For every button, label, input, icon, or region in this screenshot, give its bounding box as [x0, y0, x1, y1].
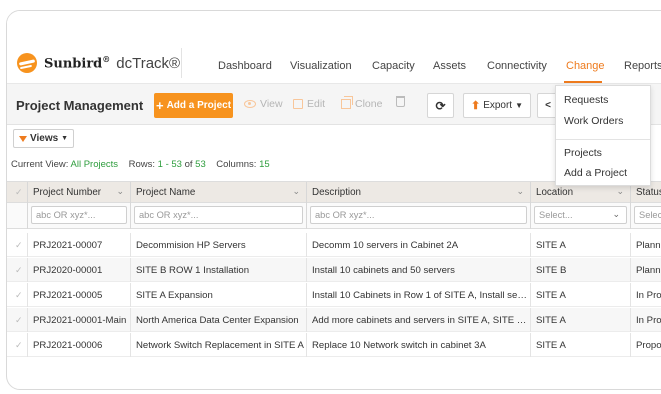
sunbird-logo-icon	[17, 53, 37, 73]
view-button[interactable]: View	[244, 98, 283, 110]
menu-item-work-orders[interactable]: Work Orders	[564, 115, 623, 127]
cell-project-number: PRJ2021-00006	[28, 333, 131, 357]
column-header-project-name[interactable]: Project Name ⌄	[131, 182, 307, 204]
filter-status-select[interactable]: Select	[634, 206, 661, 224]
cell-location: SITE A	[531, 283, 631, 307]
clone-button[interactable]: Clone	[341, 96, 382, 110]
nav-capacity[interactable]: Capacity	[372, 60, 415, 72]
table-row[interactable]: ✓ PRJ2020-00001 SITE B ROW 1 Installatio…	[7, 258, 661, 282]
column-header-description[interactable]: Description ⌄	[307, 182, 531, 204]
chevron-down-icon: ⌄	[612, 209, 620, 219]
row-checkbox[interactable]: ✓	[7, 308, 28, 332]
refresh-button[interactable]: ⟳	[427, 93, 454, 118]
product-name: dcTrack®	[116, 54, 181, 72]
nav-assets[interactable]: Assets	[433, 60, 466, 72]
menu-item-requests[interactable]: Requests	[564, 94, 608, 106]
eye-icon	[244, 100, 256, 108]
table-row[interactable]: ✓ PRJ2021-00005 SITE A Expansion Install…	[7, 283, 661, 307]
cell-project-name: SITE B ROW 1 Installation	[131, 258, 307, 282]
filter-icon	[19, 135, 27, 142]
menu-item-projects[interactable]: Projects	[564, 147, 602, 159]
share-icon: <	[545, 100, 551, 111]
cell-project-number: PRJ2020-00001	[28, 258, 131, 282]
views-button[interactable]: Views ▼	[13, 129, 75, 148]
brand-name: Sunbird®	[44, 54, 111, 72]
column-header-project-number[interactable]: Project Number ⌄	[28, 182, 131, 204]
cell-description: Replace 10 Network switch in cabinet 3A	[307, 333, 531, 357]
cell-description: Decomm 10 servers in Cabinet 2A	[307, 233, 531, 257]
filter-row: abc OR xyz*... abc OR xyz*... abc OR xyz…	[7, 203, 661, 229]
cell-project-number: PRJ2021-00005	[28, 283, 131, 307]
chevron-down-icon: ⌄	[292, 186, 300, 196]
nav-dashboard[interactable]: Dashboard	[218, 60, 272, 72]
clone-icon	[341, 96, 353, 109]
cell-description: Install 10 Cabinets in Row 1 of SITE A, …	[307, 283, 531, 307]
page-title: Project Management	[16, 98, 144, 113]
menu-divider	[556, 139, 650, 140]
cell-status: Planni	[636, 265, 661, 276]
cell-location: SITE A	[531, 233, 631, 257]
export-button[interactable]: ⬆ Export ▼	[463, 93, 531, 118]
nav-connectivity[interactable]: Connectivity	[487, 60, 547, 72]
table-row[interactable]: ✓ PRJ2021-00001-Main North America Data …	[7, 308, 661, 332]
nav-visualization[interactable]: Visualization	[290, 60, 352, 72]
row-checkbox[interactable]: ✓	[7, 233, 28, 257]
cell-project-name: SITE A Expansion	[131, 283, 307, 307]
chevron-down-icon: ⌄	[116, 186, 124, 196]
cell-project-name: Network Switch Replacement in SITE A	[131, 333, 307, 357]
filter-project-number-input[interactable]: abc OR xyz*...	[31, 206, 127, 224]
cell-location: SITE A	[531, 333, 631, 357]
grid-info: Current View: All Projects Rows: 1 - 53 …	[11, 159, 270, 170]
cell-project-number: PRJ2021-00001-Main	[28, 308, 131, 332]
row-checkbox[interactable]: ✓	[7, 283, 28, 307]
chevron-down-icon: ⌄	[616, 186, 624, 196]
nav-reports[interactable]: Reports	[624, 60, 661, 72]
cell-status: Propo	[636, 340, 661, 351]
top-navigation: Sunbird® dcTrack® Dashboard Visualizatio…	[7, 11, 661, 83]
filter-project-name-input[interactable]: abc OR xyz*...	[134, 206, 303, 224]
cell-project-name: Decommision HP Servers	[131, 233, 307, 257]
app-window: Sunbird® dcTrack® Dashboard Visualizatio…	[6, 10, 661, 390]
row-checkbox[interactable]: ✓	[7, 333, 28, 357]
cell-location: SITE B	[531, 258, 631, 282]
chevron-down-icon: ⌄	[516, 186, 524, 196]
nav-divider	[181, 48, 182, 78]
cell-description: Add more cabinets and servers in SITE A,…	[307, 308, 531, 332]
logo[interactable]: Sunbird® dcTrack®	[17, 53, 180, 73]
cell-status: In Proc	[636, 315, 661, 326]
plus-icon: +	[155, 98, 164, 113]
chevron-down-icon: ▼	[61, 135, 69, 142]
table-row[interactable]: ✓ PRJ2021-00006 Network Switch Replaceme…	[7, 333, 661, 357]
nav-change[interactable]: Change	[566, 60, 605, 72]
cell-status: Planni	[636, 240, 661, 251]
change-dropdown-menu: Requests Work Orders Projects Add a Proj…	[555, 85, 651, 186]
chevron-down-icon: ▼	[515, 101, 524, 110]
filter-location-select[interactable]: Select... ⌄	[534, 206, 627, 224]
cell-description: Install 10 cabinets and 50 servers	[307, 258, 531, 282]
refresh-icon: ⟳	[435, 98, 446, 113]
current-view-value[interactable]: All Projects	[71, 159, 119, 170]
edit-button[interactable]: Edit	[293, 98, 325, 110]
trash-icon	[396, 96, 405, 107]
cell-status: In Proc	[636, 290, 661, 301]
select-all-checkbox[interactable]: ✓	[7, 182, 28, 204]
table-row[interactable]: ✓ PRJ2021-00007 Decommision HP Servers D…	[7, 233, 661, 257]
filter-description-input[interactable]: abc OR xyz*...	[310, 206, 527, 224]
cell-location: SITE A	[531, 308, 631, 332]
delete-button[interactable]	[396, 96, 405, 107]
edit-icon	[293, 99, 303, 109]
menu-item-add-project[interactable]: Add a Project	[564, 167, 627, 179]
add-project-button[interactable]: + Add a Project	[154, 93, 233, 118]
cell-project-name: North America Data Center Expansion	[131, 308, 307, 332]
row-checkbox[interactable]: ✓	[7, 258, 28, 282]
cell-project-number: PRJ2021-00007	[28, 233, 131, 257]
upload-icon: ⬆	[470, 100, 481, 112]
